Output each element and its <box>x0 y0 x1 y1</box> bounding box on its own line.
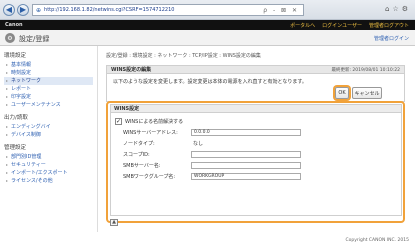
sidebar-item-ending[interactable]: エンディングバイ <box>4 123 93 131</box>
smb-server-row: SMBサーバー名: <box>111 160 401 170</box>
last-updated: 最終更新: 2019/08/01 10:10:22 <box>331 67 400 73</box>
arrow-left-icon: ◀ <box>5 5 13 14</box>
settings-icon: ⚙ <box>5 33 15 43</box>
sidebar-item-print-settings[interactable]: 印字設定 <box>4 93 93 101</box>
window-controls[interactable]: ⌂☆⚙ <box>385 5 411 13</box>
star-icon[interactable]: ☆ <box>392 5 401 13</box>
smb-workgroup-row: SMBワークグループ名: WORKGROUP <box>111 171 401 181</box>
smb-workgroup-input[interactable]: WORKGROUP <box>191 172 301 180</box>
main-content: 設定/登録 : 環境設定 : ネットワーク : TCP/IP設定 : WINS設… <box>100 46 415 232</box>
forward-button[interactable]: ▶ <box>17 4 29 16</box>
sidebar-section-title: 出力/読取 <box>4 115 28 121</box>
title-bar: ⚙ 設定/登録 管理者ログイン <box>0 30 415 46</box>
brand-logo: Canon <box>5 22 23 28</box>
logout-link[interactable]: 管理者ログアウト <box>369 22 409 29</box>
scope-id-label: スコープID: <box>123 151 150 158</box>
wins-resolution-label: WINSによる名前解決する <box>125 118 184 125</box>
url-text: http://192.168.1.82/netwins.cgi?CSRF=157… <box>44 7 175 13</box>
cancel-button[interactable]: キャンセル <box>352 87 382 99</box>
sidebar-item-department-id[interactable]: 部門別ID管理 <box>4 153 93 161</box>
admin-login-link[interactable]: 管理者ログイン <box>374 35 409 42</box>
gear-icon[interactable]: ⚙ <box>402 5 411 13</box>
sidebar-item-user-maintenance[interactable]: ユーザーメンテナンス <box>4 101 93 109</box>
back-button[interactable]: ◀ <box>3 4 15 16</box>
sidebar-item-security[interactable]: セキュリティー <box>4 161 93 169</box>
wins-settings-box: WINS設定 ✓ WINSによる名前解決する WINSサーバーアドレス: 0.0… <box>110 104 402 216</box>
page-icon: ⊕ <box>36 6 42 14</box>
node-type-label: ノードタイプ: <box>123 140 155 147</box>
wins-heading: WINS設定 <box>111 105 401 113</box>
node-type-value: なし <box>193 140 204 147</box>
wins-resolution-checkbox[interactable]: ✓ <box>115 117 122 125</box>
smb-server-input[interactable] <box>191 161 301 169</box>
scroll-top-icon[interactable]: ▲ <box>110 219 118 226</box>
sidebar-item-network[interactable]: ネットワーク <box>4 77 93 85</box>
address-bar[interactable]: ⊕ http://192.168.1.82/netwins.cgi?CSRF=1… <box>32 4 304 16</box>
page-title: 設定/登録 <box>19 35 50 43</box>
sidebar-item-import-export[interactable]: インポート/エクスポート <box>4 169 93 177</box>
app-header: Canon ポータルへ ログインユーザー 管理者ログアウト <box>0 20 415 30</box>
sidebar-item-basic-info[interactable]: 基本情報 <box>4 61 93 69</box>
sidebar-item-time-settings[interactable]: 時刻設定 <box>4 69 93 77</box>
ok-button[interactable]: OK <box>335 87 349 99</box>
panel-header: WINS設定の編集 最終更新: 2019/08/01 10:10:22 <box>106 65 405 74</box>
sidebar: 環境設定 基本情報 時刻設定 ネットワーク レポート 印字設定 ユーザーメンテナ… <box>0 46 98 232</box>
portal-link[interactable]: ポータルへ <box>290 22 315 29</box>
browser-toolbar: ◀ ▶ ⊕ http://192.168.1.82/netwins.cgi?CS… <box>0 0 415 20</box>
top-links: ポータルへ ログインユーザー 管理者ログアウト <box>290 22 409 29</box>
sidebar-item-device-control[interactable]: デバイス制御 <box>4 131 93 139</box>
wins-server-row: WINSサーバーアドレス: 0.0.0.0 <box>111 127 401 137</box>
arrow-right-icon: ▶ <box>19 5 27 14</box>
wins-server-input[interactable]: 0.0.0.0 <box>191 128 301 136</box>
smb-server-label: SMBサーバー名: <box>123 162 161 169</box>
sidebar-item-license[interactable]: ライセンス/その他 <box>4 177 93 185</box>
address-bar-actions[interactable]: ρ - ⊠ ✕ <box>263 7 299 14</box>
footer: Copyright CANON INC. 2015 <box>0 232 415 250</box>
wins-server-label: WINSサーバーアドレス: <box>123 129 178 136</box>
smb-workgroup-label: SMBワークグループ名: <box>123 173 176 180</box>
node-type-row: ノードタイプ: なし <box>111 138 401 148</box>
wins-checkbox-row: ✓ WINSによる名前解決する <box>111 116 401 126</box>
sidebar-item-report[interactable]: レポート <box>4 85 93 93</box>
scope-id-input[interactable] <box>191 150 301 158</box>
panel-message: 以下のような設定を変更します。設定変更は本体の電源を入れ直すと有効となります。 <box>113 79 307 85</box>
copyright: Copyright CANON INC. 2015 <box>345 238 410 243</box>
panel-title: WINS設定の編集 <box>111 67 152 73</box>
sidebar-section-title: 環境設定 <box>4 53 27 59</box>
login-user-label: ログインユーザー <box>322 23 362 29</box>
sidebar-section-title: 管理設定 <box>4 145 27 151</box>
panel-body: 以下のような設定を変更します。設定変更は本体の電源を入れ直すと有効となります。 … <box>106 74 405 102</box>
scope-id-row: スコープID: <box>111 149 401 159</box>
breadcrumb: 設定/登録 : 環境設定 : ネットワーク : TCP/IP設定 : WINS設… <box>106 53 261 59</box>
